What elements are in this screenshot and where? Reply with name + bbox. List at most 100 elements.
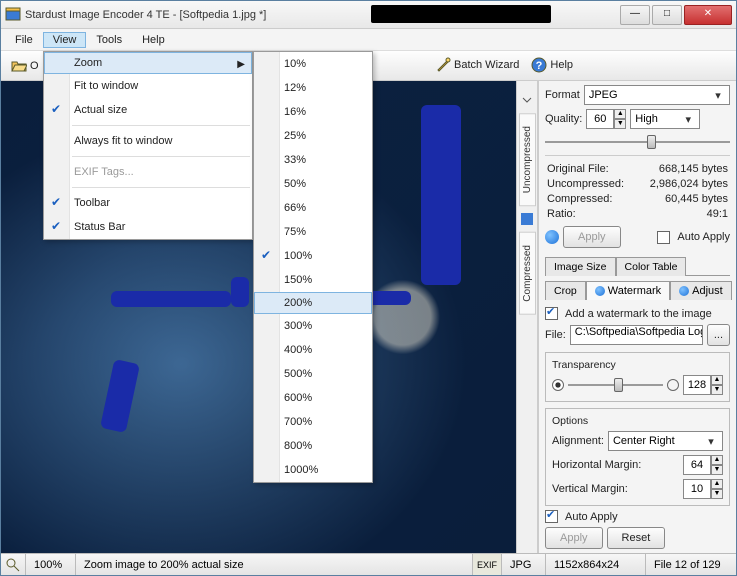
submenu-arrow-icon: ▶ — [237, 59, 245, 70]
minimize-button[interactable]: — — [620, 5, 650, 25]
wm-file-field[interactable]: C:\Softpedia\Softpedia Log — [570, 325, 703, 345]
zoom-tool-icon[interactable] — [1, 554, 26, 575]
vmargin-value[interactable] — [683, 479, 711, 499]
zoom-level-item[interactable]: ✔100% — [254, 244, 372, 268]
tab-adjust[interactable]: Adjust — [670, 281, 732, 300]
wm-browse-button[interactable]: ... — [707, 324, 730, 346]
zoom-level-item[interactable]: 500% — [254, 362, 372, 386]
menu-actual-size[interactable]: ✔Actual size — [44, 98, 252, 122]
menu-exif-tags[interactable]: EXIF Tags... — [44, 160, 252, 184]
zoom-level-label: 75% — [284, 226, 306, 238]
tab-uncompressed[interactable]: Uncompressed — [519, 113, 536, 206]
spin-up-icon[interactable]: ▲ — [711, 455, 723, 465]
collapse-icon[interactable] — [519, 92, 535, 108]
zoom-level-item[interactable]: 400% — [254, 338, 372, 362]
edit-tabs: Image Size Color Table — [545, 256, 730, 276]
spin-down-icon[interactable]: ▼ — [711, 465, 723, 475]
app-icon — [5, 7, 21, 23]
menu-always-fit[interactable]: Always fit to window — [44, 129, 252, 153]
spin-down-icon[interactable]: ▼ — [614, 119, 626, 129]
zoom-level-item[interactable]: 800% — [254, 434, 372, 458]
menu-fit-to-window[interactable]: Fit to window — [44, 74, 252, 98]
zoom-level-label: 1000% — [284, 464, 318, 476]
zoom-level-item[interactable]: 33% — [254, 148, 372, 172]
zoom-level-item[interactable]: 16% — [254, 100, 372, 124]
tab-watermark[interactable]: Watermark — [586, 281, 670, 300]
zoom-level-item[interactable]: 50% — [254, 172, 372, 196]
divider-icon — [519, 211, 535, 227]
spin-up-icon[interactable]: ▲ — [711, 479, 723, 489]
zoom-level-item[interactable]: 1000% — [254, 458, 372, 482]
file-stats: Original File:668,145 bytes Uncompressed… — [545, 162, 730, 222]
spin-down-icon[interactable]: ▼ — [711, 489, 723, 499]
status-icon — [545, 230, 559, 244]
hmargin-spinner[interactable]: ▲▼ — [683, 455, 723, 475]
zoom-level-label: 800% — [284, 440, 312, 452]
zoom-level-label: 300% — [284, 320, 312, 332]
menu-tools[interactable]: Tools — [86, 32, 132, 48]
zoom-level-item[interactable]: 200% — [254, 292, 372, 314]
vmargin-spinner[interactable]: ▲▼ — [683, 479, 723, 499]
auto-apply-bottom-checkbox[interactable] — [545, 510, 558, 523]
transparency-spinner[interactable]: ▲▼ — [683, 375, 723, 395]
status-imgtype: JPG — [502, 554, 546, 575]
status-exif-badge[interactable]: EXIF — [473, 554, 502, 575]
quality-value[interactable] — [586, 109, 614, 129]
zoom-level-label: 10% — [284, 58, 306, 70]
batch-wizard-button[interactable]: Batch Wizard — [431, 55, 523, 75]
menu-statusbar-toggle[interactable]: ✔Status Bar — [44, 215, 252, 239]
open-button[interactable]: O — [7, 56, 43, 76]
quality-slider[interactable] — [545, 133, 730, 149]
active-dot-icon — [595, 286, 605, 296]
menu-zoom[interactable]: Zoom▶ — [44, 52, 252, 74]
open-label: O — [30, 60, 39, 72]
tab-color-table[interactable]: Color Table — [616, 257, 687, 276]
zoom-level-label: 600% — [284, 392, 312, 404]
zoom-level-item[interactable]: 700% — [254, 410, 372, 434]
alignment-select[interactable]: Center Right ▾ — [608, 431, 723, 451]
transparency-slider[interactable] — [568, 376, 663, 394]
zoom-level-item[interactable]: 300% — [254, 314, 372, 338]
tab-image-size[interactable]: Image Size — [545, 257, 616, 276]
menu-help[interactable]: Help — [132, 32, 175, 48]
tab-crop[interactable]: Crop — [545, 281, 586, 300]
spin-up-icon[interactable]: ▲ — [614, 109, 626, 119]
zoom-level-label: 33% — [284, 154, 306, 166]
spin-down-icon[interactable]: ▼ — [711, 385, 723, 395]
hmargin-value[interactable] — [683, 455, 711, 475]
zoom-level-item[interactable]: 75% — [254, 220, 372, 244]
zoom-level-item[interactable]: 600% — [254, 386, 372, 410]
auto-apply-top-checkbox[interactable] — [657, 231, 670, 244]
spin-up-icon[interactable]: ▲ — [711, 375, 723, 385]
zoom-level-item[interactable]: 66% — [254, 196, 372, 220]
zoom-level-label: 700% — [284, 416, 312, 428]
menu-file[interactable]: File — [5, 32, 43, 48]
quality-preset-select[interactable]: High ▾ — [630, 109, 700, 129]
magnifier-icon — [5, 557, 21, 573]
format-select[interactable]: JPEG ▾ — [584, 85, 730, 105]
zoom-level-item[interactable]: 150% — [254, 268, 372, 292]
trans-radio-low[interactable] — [552, 379, 564, 391]
wm-apply-button[interactable]: Apply — [545, 527, 603, 549]
folder-open-icon — [11, 58, 27, 74]
add-watermark-checkbox[interactable] — [545, 307, 558, 320]
quality-spinner[interactable]: ▲▼ — [586, 109, 626, 129]
preview-mode-tabs: Uncompressed Compressed — [516, 81, 538, 553]
menu-view[interactable]: View — [43, 32, 87, 48]
maximize-button[interactable]: □ — [652, 5, 682, 25]
zoom-level-item[interactable]: 25% — [254, 124, 372, 148]
zoom-level-item[interactable]: 12% — [254, 76, 372, 100]
zoom-level-label: 100% — [284, 250, 312, 262]
help-button[interactable]: ? Help — [527, 55, 577, 75]
transparency-value[interactable] — [683, 375, 711, 395]
zoom-level-label: 150% — [284, 274, 312, 286]
apply-top-button[interactable]: Apply — [563, 226, 621, 248]
wm-reset-button[interactable]: Reset — [607, 527, 666, 549]
trans-radio-high[interactable] — [667, 379, 679, 391]
zoom-level-item[interactable]: 10% — [254, 52, 372, 76]
tab-compressed[interactable]: Compressed — [519, 232, 536, 315]
close-button[interactable]: ✕ — [684, 5, 732, 25]
menu-toolbar-toggle[interactable]: ✔Toolbar — [44, 191, 252, 215]
auto-apply-top-label: Auto Apply — [677, 231, 730, 243]
help-icon: ? — [531, 57, 547, 73]
